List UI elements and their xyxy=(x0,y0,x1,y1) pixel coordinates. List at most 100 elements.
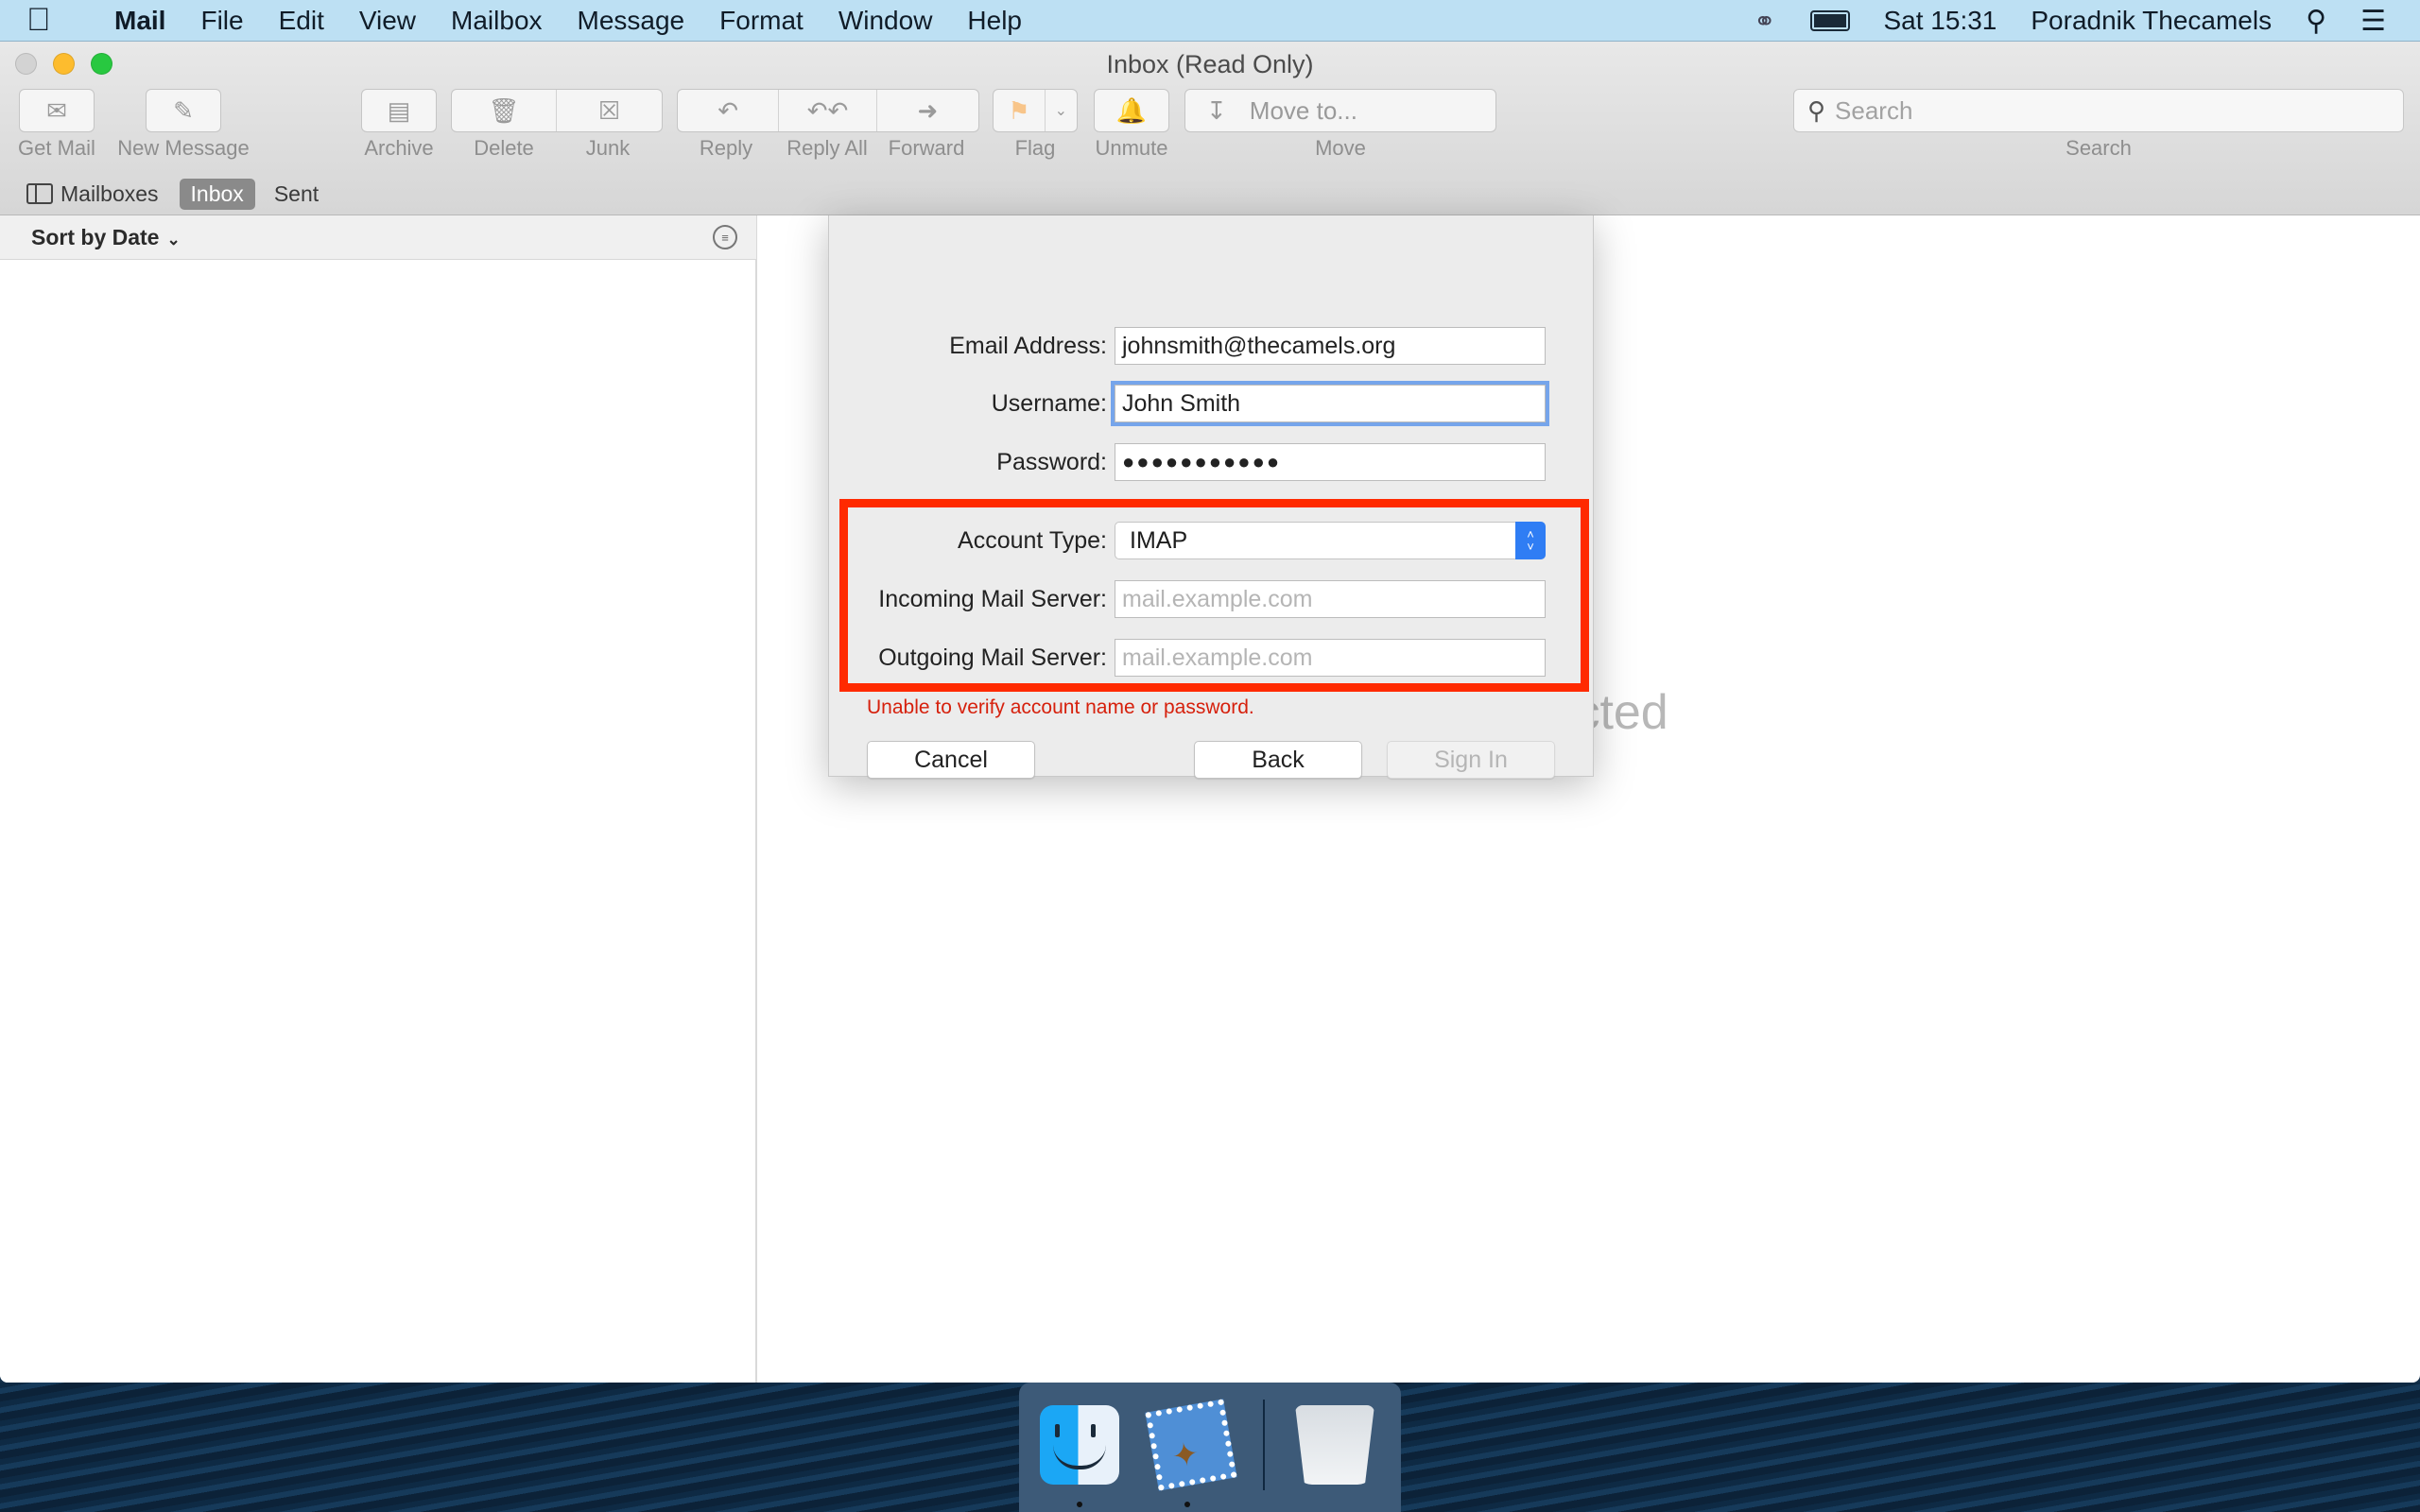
pane-divider[interactable] xyxy=(756,215,757,1383)
mailboxes-button[interactable]: Mailboxes xyxy=(26,181,159,207)
message-list[interactable] xyxy=(0,260,756,1383)
menu-format[interactable]: Format xyxy=(719,6,804,36)
unmute-label: Unmute xyxy=(1095,136,1168,160)
new-message-label: New Message xyxy=(117,136,250,160)
menu-message[interactable]: Message xyxy=(578,6,685,36)
incoming-server-label: Incoming Mail Server: xyxy=(878,585,1107,612)
forward-icon: ➜ xyxy=(917,95,939,125)
running-indicator xyxy=(1184,1502,1190,1507)
flag-icon: ⚑ xyxy=(1008,95,1030,125)
sent-tab[interactable]: Sent xyxy=(274,181,319,207)
battery-icon[interactable] xyxy=(1809,10,1850,31)
user-name[interactable]: Poradnik Thecamels xyxy=(2031,6,2272,36)
unmute-button[interactable]: 🔔 xyxy=(1094,89,1169,132)
bell-icon: 🔔 xyxy=(1115,95,1148,125)
incoming-server-field[interactable]: mail.example.com xyxy=(1115,580,1546,618)
mail-window: Inbox (Read Only) ✉ Get Mail ✎ New Messa… xyxy=(0,42,2420,1383)
trash-icon: 🗑 xyxy=(488,95,520,125)
sidebar-icon xyxy=(26,183,53,204)
junk-icon: ☒ xyxy=(597,95,621,125)
new-message-button[interactable]: ✎ xyxy=(146,89,221,132)
account-type-select[interactable]: IMAP ˄ ˅ xyxy=(1115,522,1546,559)
add-account-sheet: Email Address: johnsmith@thecamels.org U… xyxy=(828,215,1594,779)
outgoing-server-label: Outgoing Mail Server: xyxy=(878,644,1107,671)
search-input[interactable]: ⚲ Search xyxy=(1793,89,2404,132)
reply-all-button[interactable]: ↶↶ xyxy=(779,90,877,131)
delete-junk-group: 🗑 ☒ xyxy=(451,89,663,132)
search-icon: ⚲ xyxy=(1807,95,1826,125)
sort-label: Sort by Date xyxy=(31,224,160,249)
notification-center-icon[interactable]: ☰ xyxy=(2360,5,2386,38)
junk-button[interactable]: ☒ xyxy=(557,90,662,131)
move-to-button[interactable]: ↧ Move to... xyxy=(1184,89,1496,132)
delete-label: Delete xyxy=(474,136,534,160)
flag-label: Flag xyxy=(1014,136,1056,160)
spotlight-search-icon[interactable]: ⚲ xyxy=(2306,5,2326,38)
search-label: Search xyxy=(2066,136,2132,160)
sign-in-button[interactable]: Sign In xyxy=(1387,741,1555,779)
get-mail-button[interactable]: ✉ xyxy=(19,89,95,132)
menu-help[interactable]: Help xyxy=(967,6,1022,36)
favorites-bar: Mailboxes Inbox Sent xyxy=(0,172,2420,215)
username-field[interactable]: John Smith xyxy=(1111,381,1549,426)
reply-label: Reply xyxy=(699,136,753,160)
window-title: Inbox (Read Only) xyxy=(1106,50,1314,78)
compose-icon: ✎ xyxy=(173,95,194,125)
chevron-down-icon: ⌄ xyxy=(166,230,181,249)
flag-group: ⚑ ⌄ xyxy=(993,89,1078,132)
flag-dropdown[interactable]: ⌄ xyxy=(1046,90,1077,131)
filter-icon[interactable]: ≡ xyxy=(713,225,737,249)
flag-button[interactable]: ⚑ xyxy=(994,90,1046,131)
dock-finder-icon[interactable] xyxy=(1040,1405,1119,1485)
cancel-button[interactable]: Cancel xyxy=(867,741,1035,779)
outgoing-server-field[interactable]: mail.example.com xyxy=(1115,639,1546,677)
email-address-field[interactable]: johnsmith@thecamels.org xyxy=(1115,327,1546,365)
menu-edit[interactable]: Edit xyxy=(279,6,324,36)
menu-view[interactable]: View xyxy=(359,6,416,36)
menu-window[interactable]: Window xyxy=(838,6,933,36)
running-indicator xyxy=(1077,1502,1082,1507)
reply-all-icon: ↶↶ xyxy=(806,95,849,125)
password-label: Password: xyxy=(996,448,1107,475)
creative-cloud-icon[interactable]: ⚭ xyxy=(1754,6,1775,37)
dock: ✦ xyxy=(1019,1383,1401,1512)
username-label: Username: xyxy=(991,389,1107,417)
sort-by-date-button[interactable]: Sort by Date ⌄ xyxy=(31,225,181,250)
reply-button[interactable]: ↶ xyxy=(678,90,780,131)
reply-all-label: Reply All xyxy=(786,136,868,160)
reply-icon: ↶ xyxy=(717,95,739,125)
move-label: Move xyxy=(1315,136,1366,160)
error-message: Unable to verify account name or passwor… xyxy=(867,696,1254,718)
search-placeholder: Search xyxy=(1835,95,1913,125)
archive-button[interactable]: ▤ xyxy=(361,89,437,132)
sort-bar: Sort by Date ⌄ ≡ xyxy=(0,215,756,260)
stepper-arrows-icon: ˄ ˅ xyxy=(1515,522,1546,559)
archive-icon: ▤ xyxy=(387,95,411,125)
move-icon: ↧ xyxy=(1206,95,1227,125)
envelope-icon: ✉ xyxy=(46,95,67,125)
email-address-label: Email Address: xyxy=(949,332,1107,359)
menu-app-mail[interactable]: Mail xyxy=(114,6,165,36)
password-field[interactable]: ●●●●●●●●●●● xyxy=(1115,443,1546,481)
dock-separator xyxy=(1263,1400,1265,1490)
menu-bar:  Mail File Edit View Mailbox Message Fo… xyxy=(0,0,2420,42)
junk-label: Junk xyxy=(585,136,631,160)
clock[interactable]: Sat 15:31 xyxy=(1884,6,1997,36)
inbox-tab[interactable]: Inbox xyxy=(179,178,255,210)
back-button[interactable]: Back xyxy=(1194,741,1362,779)
mailboxes-label: Mailboxes xyxy=(60,180,159,206)
get-mail-label: Get Mail xyxy=(18,136,95,160)
move-to-placeholder: Move to... xyxy=(1249,95,1357,125)
archive-label: Archive xyxy=(364,136,434,160)
title-bar: Inbox (Read Only) ✉ Get Mail ✎ New Messa… xyxy=(0,42,2420,215)
dock-mail-icon[interactable]: ✦ xyxy=(1145,1399,1237,1491)
apple-menu-icon[interactable]:  xyxy=(26,2,79,39)
delete-button[interactable]: 🗑 xyxy=(452,90,557,131)
account-type-value: IMAP xyxy=(1130,526,1188,554)
dock-trash-icon[interactable] xyxy=(1295,1405,1374,1485)
forward-label: Forward xyxy=(888,136,965,160)
menu-mailbox[interactable]: Mailbox xyxy=(451,6,542,36)
reply-group: ↶ ↶↶ ➜ xyxy=(677,89,979,132)
forward-button[interactable]: ➜ xyxy=(877,90,978,131)
menu-file[interactable]: File xyxy=(200,6,243,36)
